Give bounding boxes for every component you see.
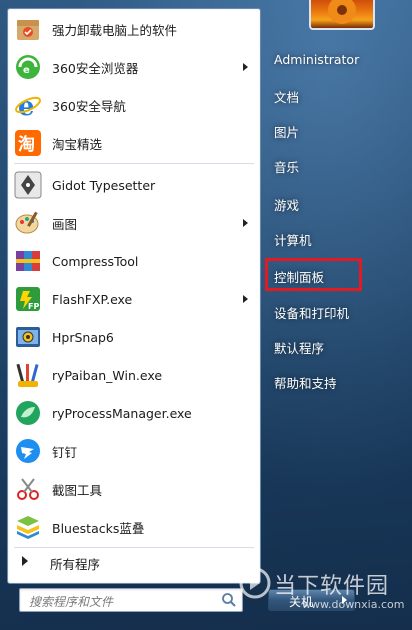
brushes-icon [13, 360, 43, 390]
program-label: 淘宝精选 [52, 136, 103, 152]
separator [14, 547, 254, 548]
right-item-administrator[interactable]: Administrator [264, 45, 404, 75]
program-item-uninstaller[interactable]: 强力卸载电脑上的软件 [8, 11, 260, 47]
program-item-snipping-tool[interactable]: 截图工具 [8, 471, 260, 507]
right-item-label: Administrator [274, 52, 360, 67]
all-programs-label: 所有程序 [50, 557, 101, 572]
right-item-label: 计算机 [274, 233, 312, 248]
program-label: ryProcessManager.exe [52, 405, 192, 421]
program-item-paint[interactable]: 画图 [8, 205, 260, 241]
program-item-dingtalk[interactable]: 钉钉 [8, 433, 260, 469]
camera-icon [13, 322, 43, 352]
svg-text:e: e [18, 92, 35, 119]
right-item-documents[interactable]: 文档 [264, 80, 404, 110]
program-label: Gidot Typesetter [52, 177, 156, 193]
svg-text:e: e [23, 65, 30, 76]
right-item-label: 帮助和支持 [274, 376, 337, 391]
scissors-icon [13, 474, 43, 504]
right-item-label: 默认程序 [274, 341, 325, 356]
360-browser-icon: e [13, 52, 43, 82]
all-programs-arrow-icon [22, 556, 28, 566]
submenu-arrow-icon [243, 295, 248, 303]
program-label: 截图工具 [52, 482, 103, 498]
program-label: 360安全浏览器 [52, 60, 139, 76]
program-item-hprsnap[interactable]: HprSnap6 [8, 319, 260, 355]
program-label: ryPaiban_Win.exe [52, 367, 163, 383]
right-item-devices-printers[interactable]: 设备和打印机 [264, 296, 404, 326]
svg-text:FP: FP [28, 302, 39, 311]
svg-text:淘: 淘 [18, 134, 35, 155]
program-label: FlashFXP.exe [52, 291, 133, 307]
right-item-music[interactable]: 音乐 [264, 150, 404, 180]
right-item-label: 图片 [274, 125, 300, 140]
right-item-pictures[interactable]: 图片 [264, 115, 404, 145]
program-label: 画图 [52, 216, 78, 232]
program-item-ryprocessmanager[interactable]: ryProcessManager.exe [8, 395, 260, 431]
program-item-compresstool[interactable]: CompressTool [8, 243, 260, 279]
user-avatar[interactable] [309, 0, 375, 30]
search-icon[interactable] [221, 592, 237, 608]
ie-e-icon: e [13, 90, 43, 120]
program-item-360-nav[interactable]: e 360安全导航 [8, 87, 260, 123]
right-item-computer[interactable]: 计算机 [264, 223, 404, 253]
program-item-bluestacks[interactable]: Bluestacks蓝叠 [8, 509, 260, 545]
program-label: 钉钉 [52, 444, 78, 460]
program-item-gidot[interactable]: Gidot Typesetter [8, 167, 260, 203]
control-panel-highlight [265, 258, 362, 291]
right-item-help-support[interactable]: 帮助和支持 [264, 366, 404, 396]
program-item-rypaiban[interactable]: ryPaiban_Win.exe [8, 357, 260, 393]
leaf-globe-icon [13, 398, 43, 428]
submenu-arrow-icon [243, 219, 248, 227]
program-item-360-browser[interactable]: e 360安全浏览器 [8, 49, 260, 85]
program-item-flashfxp[interactable]: FP FlashFXP.exe [8, 281, 260, 317]
uninstall-box-icon [13, 14, 43, 44]
right-item-label: 设备和打印机 [274, 306, 350, 321]
compress-books-icon [13, 246, 43, 276]
program-label: CompressTool [52, 253, 139, 269]
shutdown-options-button[interactable] [334, 589, 355, 611]
right-item-games[interactable]: 游戏 [264, 188, 404, 218]
flashfxp-icon: FP [13, 284, 43, 314]
bluestacks-icon [13, 512, 43, 542]
program-item-taobao[interactable]: 淘 淘宝精选 [8, 125, 260, 161]
shutdown-label: 关机 [289, 595, 314, 609]
all-programs-button[interactable]: 所有程序 [8, 550, 260, 572]
separator [14, 163, 254, 164]
paint-palette-icon [13, 208, 43, 238]
program-label: HprSnap6 [52, 329, 114, 345]
dingtalk-icon [13, 436, 43, 466]
program-list-panel: 强力卸载电脑上的软件 e 360安全浏览器 e 360安全导航 淘 淘宝精选 G… [7, 8, 261, 584]
right-item-label: 文档 [274, 90, 300, 105]
shutdown-button[interactable]: 关机 [268, 589, 336, 611]
pen-nib-icon [13, 170, 43, 200]
search-placeholder: 搜索程序和文件 [29, 595, 114, 609]
right-item-default-programs[interactable]: 默认程序 [264, 331, 404, 361]
right-item-label: 游戏 [274, 198, 300, 213]
taobao-icon: 淘 [13, 128, 43, 158]
search-input[interactable]: 搜索程序和文件 [19, 588, 243, 612]
right-item-label: 音乐 [274, 160, 300, 175]
program-label: 360安全导航 [52, 98, 126, 114]
program-label: 强力卸载电脑上的软件 [52, 22, 178, 38]
program-label: Bluestacks蓝叠 [52, 520, 145, 536]
submenu-arrow-icon [243, 63, 248, 71]
